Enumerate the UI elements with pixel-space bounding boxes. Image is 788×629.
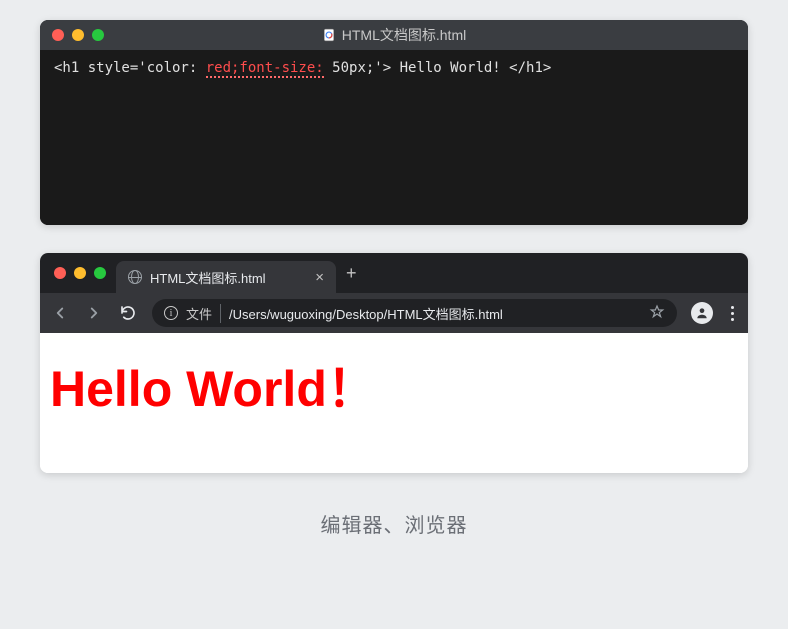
figure-caption: 编辑器、浏览器: [40, 509, 748, 538]
globe-icon: [128, 270, 142, 284]
editor-title: HTML文档图标.html: [322, 25, 466, 45]
close-window-button[interactable]: [52, 29, 64, 41]
code-segment: <h1 style='color:: [54, 60, 206, 76]
code-segment: 50px;'> Hello World! </h1>: [324, 60, 552, 76]
maximize-window-button[interactable]: [94, 267, 106, 279]
minimize-window-button[interactable]: [74, 267, 86, 279]
browser-tab[interactable]: HTML文档图标.html ×: [116, 261, 336, 293]
close-tab-icon[interactable]: ×: [315, 269, 324, 286]
tab-title: HTML文档图标.html: [150, 268, 266, 287]
back-button[interactable]: [50, 303, 70, 323]
address-scheme: 文件: [186, 304, 221, 323]
arrow-right-icon: [85, 304, 103, 322]
editor-window: HTML文档图标.html <h1 style='color: red;font…: [40, 20, 748, 225]
dot-icon: [731, 312, 734, 315]
new-tab-button[interactable]: +: [346, 263, 357, 284]
reload-icon: [119, 304, 137, 322]
rendered-heading: Hello World！: [50, 349, 738, 421]
address-path: /Users/wuguoxing/Desktop/HTML文档图标.html: [229, 304, 503, 323]
browser-window: HTML文档图标.html × + i 文件 /Users/wuguoxing/…: [40, 253, 748, 473]
close-window-button[interactable]: [54, 267, 66, 279]
address-bar[interactable]: i 文件 /Users/wuguoxing/Desktop/HTML文档图标.h…: [152, 299, 677, 327]
dot-icon: [731, 306, 734, 309]
window-controls: [52, 29, 104, 41]
dot-icon: [731, 318, 734, 321]
bookmark-star-icon[interactable]: [649, 304, 665, 323]
editor-code-area[interactable]: <h1 style='color: red;font-size: 50px;'>…: [40, 50, 748, 225]
maximize-window-button[interactable]: [92, 29, 104, 41]
editor-filename: HTML文档图标.html: [342, 25, 466, 45]
window-controls: [54, 267, 106, 279]
browser-toolbar: i 文件 /Users/wuguoxing/Desktop/HTML文档图标.h…: [40, 293, 748, 333]
browser-tabbar: HTML文档图标.html × +: [40, 253, 748, 293]
info-icon[interactable]: i: [164, 306, 178, 320]
reload-button[interactable]: [118, 303, 138, 323]
arrow-left-icon: [51, 304, 69, 322]
code-segment-highlight: red;font-size:: [206, 60, 324, 78]
minimize-window-button[interactable]: [72, 29, 84, 41]
menu-button[interactable]: [727, 306, 738, 321]
forward-button[interactable]: [84, 303, 104, 323]
profile-avatar-icon[interactable]: [691, 302, 713, 324]
html-file-icon: [322, 28, 336, 42]
editor-titlebar: HTML文档图标.html: [40, 20, 748, 50]
browser-viewport: Hello World！: [40, 333, 748, 473]
